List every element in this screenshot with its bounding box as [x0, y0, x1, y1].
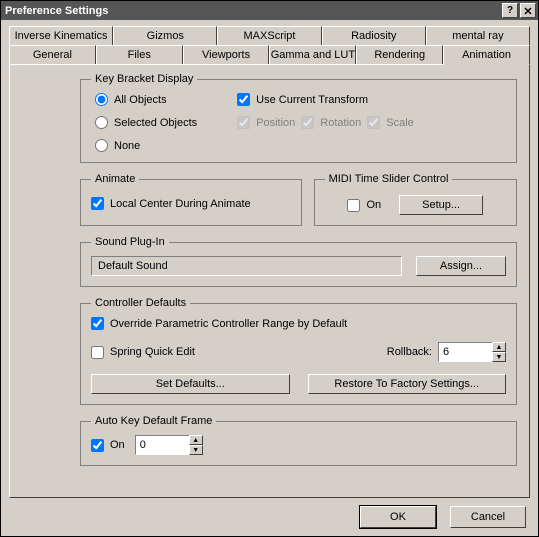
tab-inverse-kinematics[interactable]: Inverse Kinematics	[9, 26, 113, 45]
tabs-row-1: Inverse Kinematics Gizmos MAXScript Radi…	[9, 24, 530, 45]
legend-sound: Sound Plug-In	[91, 236, 169, 248]
check-use-current-transform-input[interactable]	[237, 93, 250, 106]
rollback-label: Rollback:	[387, 346, 432, 358]
check-override-parametric[interactable]: Override Parametric Controller Range by …	[91, 317, 506, 330]
check-override-parametric-input[interactable]	[91, 317, 104, 330]
tabs-row-2: General Files Viewports Gamma and LUT Re…	[9, 45, 530, 64]
titlebar: Preference Settings ?	[1, 1, 538, 20]
check-spring-quick-edit-input[interactable]	[91, 346, 104, 359]
tab-radiosity[interactable]: Radiosity	[322, 26, 426, 45]
titlebar-buttons: ?	[502, 3, 536, 18]
button-ok[interactable]: OK	[360, 506, 436, 528]
rollback-spin-up[interactable]: ▲	[492, 342, 506, 352]
button-set-defaults[interactable]: Set Defaults...	[91, 374, 290, 394]
check-spring-quick-edit-label: Spring Quick Edit	[110, 346, 195, 358]
check-rotation-label: Rotation	[320, 117, 361, 129]
check-use-current-transform-label: Use Current Transform	[256, 94, 368, 106]
legend-animate: Animate	[91, 173, 139, 185]
radio-none-label: None	[114, 140, 140, 152]
rollback-input[interactable]	[438, 342, 492, 362]
check-local-center[interactable]: Local Center During Animate	[91, 193, 291, 214]
check-spring-quick-edit[interactable]: Spring Quick Edit	[91, 346, 195, 359]
tab-maxscript[interactable]: MAXScript	[217, 26, 321, 45]
legend-key-bracket: Key Bracket Display	[91, 73, 197, 85]
tab-gizmos[interactable]: Gizmos	[113, 26, 217, 45]
radio-selected-objects-label: Selected Objects	[114, 117, 197, 129]
tab-body-animation: Key Bracket Display All Objects Selected…	[9, 64, 530, 498]
check-local-center-input[interactable]	[91, 197, 104, 210]
radio-none-input[interactable]	[95, 139, 108, 152]
close-icon	[524, 7, 532, 15]
group-midi: MIDI Time Slider Control On Setup...	[314, 173, 517, 226]
check-override-parametric-label: Override Parametric Controller Range by …	[110, 318, 347, 330]
tab-rendering[interactable]: Rendering	[356, 45, 443, 64]
check-autokey-on-input[interactable]	[91, 439, 104, 452]
group-animate: Animate Local Center During Animate	[80, 173, 302, 226]
check-midi-on[interactable]: On	[347, 199, 381, 212]
check-midi-on-input[interactable]	[347, 199, 360, 212]
tab-files[interactable]: Files	[96, 45, 183, 64]
prs-row: Position Rotation Scale	[237, 116, 414, 129]
group-sound: Sound Plug-In Default Sound Assign...	[80, 236, 517, 287]
preferences-window: Preference Settings ? Inverse Kinematics…	[0, 0, 539, 537]
check-rotation-input	[301, 116, 314, 129]
dialog-buttons: OK Cancel	[9, 498, 530, 528]
radio-none[interactable]: None	[95, 139, 197, 152]
check-position-input	[237, 116, 250, 129]
button-midi-setup[interactable]: Setup...	[399, 195, 483, 215]
group-controller-defaults: Controller Defaults Override Parametric …	[80, 297, 517, 405]
autokey-spin-up[interactable]: ▲	[189, 435, 203, 445]
group-auto-key: Auto Key Default Frame On ▲ ▼	[80, 415, 517, 466]
autokey-spin-down[interactable]: ▼	[189, 445, 203, 455]
check-scale: Scale	[367, 116, 414, 129]
group-key-bracket: Key Bracket Display All Objects Selected…	[80, 73, 517, 163]
radio-all-objects-label: All Objects	[114, 94, 167, 106]
tab-gamma-lut[interactable]: Gamma and LUT	[269, 45, 356, 64]
check-scale-input	[367, 116, 380, 129]
tab-mental-ray[interactable]: mental ray	[426, 26, 530, 45]
button-sound-assign[interactable]: Assign...	[416, 256, 506, 276]
check-midi-on-label: On	[366, 199, 381, 211]
check-position: Position	[237, 116, 295, 129]
button-cancel[interactable]: Cancel	[450, 506, 526, 528]
tab-general[interactable]: General	[9, 45, 96, 64]
check-autokey-on[interactable]: On	[91, 439, 125, 452]
sound-current: Default Sound	[91, 256, 402, 276]
rollback-spin-down[interactable]: ▼	[492, 352, 506, 362]
legend-controller-defaults: Controller Defaults	[91, 297, 190, 309]
radio-all-objects[interactable]: All Objects	[95, 93, 197, 106]
tab-animation[interactable]: Animation	[443, 45, 530, 65]
check-autokey-on-label: On	[110, 439, 125, 451]
window-title: Preference Settings	[5, 5, 108, 17]
check-local-center-label: Local Center During Animate	[110, 198, 251, 210]
radio-all-objects-input[interactable]	[95, 93, 108, 106]
rollback-spinner[interactable]: ▲ ▼	[438, 342, 506, 362]
radio-selected-objects-input[interactable]	[95, 116, 108, 129]
autokey-frame-input[interactable]	[135, 435, 189, 455]
check-scale-label: Scale	[386, 117, 414, 129]
client-area: Inverse Kinematics Gizmos MAXScript Radi…	[1, 20, 538, 536]
button-restore-factory[interactable]: Restore To Factory Settings...	[308, 374, 507, 394]
check-rotation: Rotation	[301, 116, 361, 129]
close-button[interactable]	[520, 3, 536, 18]
autokey-spinner[interactable]: ▲ ▼	[135, 435, 203, 455]
legend-auto-key: Auto Key Default Frame	[91, 415, 216, 427]
tab-viewports[interactable]: Viewports	[183, 45, 270, 64]
radio-selected-objects[interactable]: Selected Objects	[95, 116, 197, 129]
check-use-current-transform[interactable]: Use Current Transform	[237, 93, 414, 106]
legend-midi: MIDI Time Slider Control	[325, 173, 453, 185]
check-position-label: Position	[256, 117, 295, 129]
help-button[interactable]: ?	[502, 3, 518, 18]
